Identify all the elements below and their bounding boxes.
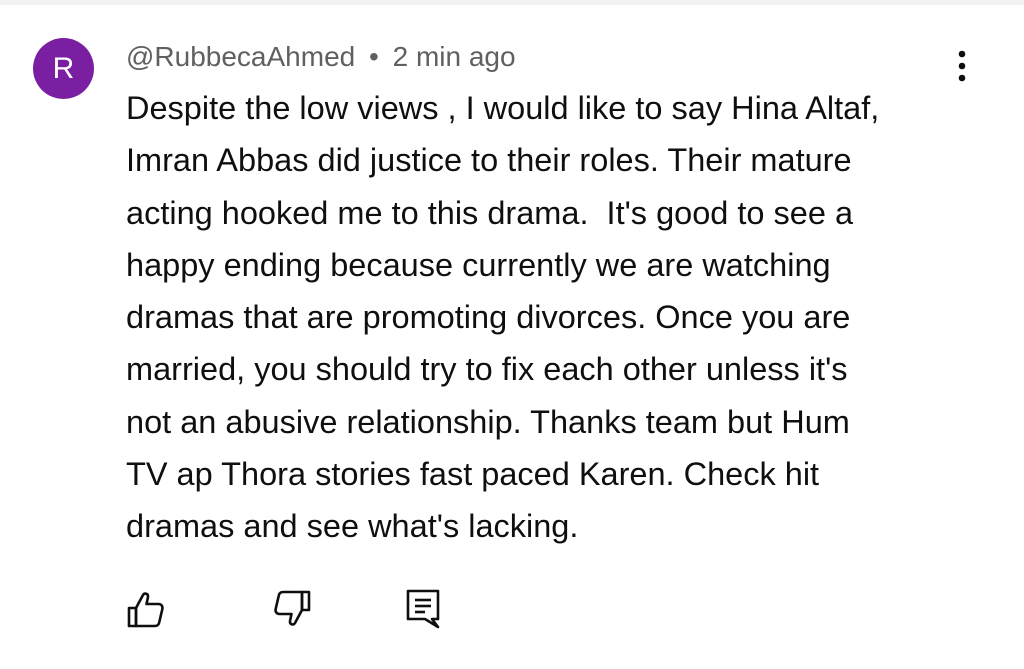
comment-card: R @RubbecaAhmed • 2 min ago Despite the …	[0, 0, 1024, 669]
comment-text-line: happy ending because currently we are wa…	[126, 246, 831, 283]
comment-text-line: not an abusive relationship. Thanks team…	[126, 403, 850, 440]
comment-text-line: acting hooked me to this drama. It's goo…	[126, 194, 854, 231]
comment-text-line: TV ap Thora stories fast paced Karen. Ch…	[126, 456, 820, 493]
comment-text-line: dramas that are promoting divorces. Once…	[126, 299, 851, 336]
comment-timestamp[interactable]: 2 min ago	[393, 41, 516, 72]
comment-text-line: dramas and see what's lacking.	[126, 508, 579, 545]
comment-text-line: Imran Abbas did justice to their roles. …	[126, 142, 852, 179]
comment-text-line: married, you should try to fix each othe…	[126, 351, 848, 388]
reply-button[interactable]	[404, 586, 444, 632]
reply-comment-icon	[406, 589, 440, 629]
author-handle[interactable]: @RubbecaAhmed	[126, 41, 355, 72]
avatar[interactable]: R	[33, 38, 94, 99]
thumb-down-icon	[274, 590, 311, 626]
comment-header: @RubbecaAhmed • 2 min ago	[126, 40, 516, 74]
like-button[interactable]	[126, 586, 166, 632]
thumb-up-icon	[127, 592, 164, 628]
dislike-button[interactable]	[272, 586, 312, 632]
more-vert-icon	[958, 50, 966, 82]
comment-text-line: Despite the low views , I would like to …	[126, 90, 880, 126]
meta-separator: •	[369, 41, 379, 72]
more-options-button[interactable]	[946, 46, 978, 86]
comment-text: Despite the low views , I would like to …	[126, 82, 966, 553]
